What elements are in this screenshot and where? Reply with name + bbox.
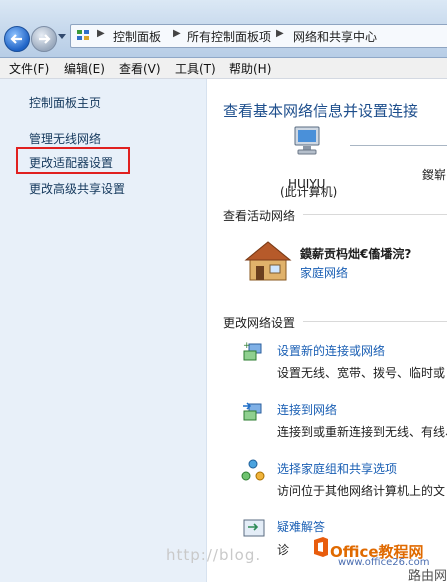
menu-tools[interactable]: 工具(T) xyxy=(175,60,216,77)
highlight-box xyxy=(16,147,130,174)
breadcrumb-separator[interactable]: ▶ xyxy=(276,28,284,39)
menu-bar: 文件(F) 编辑(E) 查看(V) 工具(T) 帮助(H) xyxy=(0,58,447,79)
connect-network-desc: 连接到或重新连接到无线、有线、 xyxy=(277,425,447,439)
control-panel-icon xyxy=(77,30,89,40)
setup-connection-desc: 设置无线、宽带、拨号、临时或 xyxy=(277,366,446,380)
menu-view[interactable]: 查看(V) xyxy=(119,60,161,77)
network-node-label: 鍐崭 xyxy=(422,168,447,182)
connect-network-link[interactable]: 连接到网络 xyxy=(277,401,337,418)
arrow-right-icon xyxy=(39,34,51,44)
homegroup-desc: 访问位于其他网络计算机上的文 xyxy=(277,484,446,498)
address-bar: ▶ 控制面板 ▶ 所有控制面板项 ▶ 网络和共享中心 xyxy=(0,0,447,58)
troubleshoot-link[interactable]: 疑难解答 xyxy=(277,518,325,535)
troubleshoot-desc: 诊 xyxy=(277,543,290,557)
recent-pages-dropdown-icon[interactable] xyxy=(58,34,66,39)
breadcrumb-item[interactable]: 控制面板 xyxy=(113,28,161,45)
homegroup-icon xyxy=(241,459,265,481)
svg-text:+: + xyxy=(243,341,251,351)
homegroup-link[interactable]: 选择家庭组和共享选项 xyxy=(277,460,397,477)
breadcrumb-item[interactable]: 网络和共享中心 xyxy=(293,28,377,45)
active-networks-title: 查看活动网络 xyxy=(223,209,296,223)
setup-connection-link[interactable]: 设置新的连接或网络 xyxy=(277,342,385,359)
menu-file[interactable]: 文件(F) xyxy=(9,60,49,77)
network-type-link[interactable]: 家庭网络 xyxy=(300,264,348,281)
section-divider xyxy=(303,214,447,215)
section-divider xyxy=(303,321,447,322)
office-logo-icon xyxy=(314,537,328,557)
breadcrumb-item[interactable]: 所有控制面板项 xyxy=(187,28,271,45)
watermark-corner: 路由网 xyxy=(408,569,447,584)
new-connection-icon: + xyxy=(243,341,262,361)
watermark-blog-url: http://blog. xyxy=(166,546,262,564)
troubleshoot-icon xyxy=(243,519,265,537)
arrow-left-icon xyxy=(10,34,22,44)
page-title: 查看基本网络信息并设置连接 xyxy=(223,102,419,120)
computer-label: (此计算机) xyxy=(280,185,338,199)
network-name: 鏌薪贡杩炪€傗墦浣? xyxy=(300,247,412,261)
back-button[interactable] xyxy=(4,26,30,52)
home-network-icon xyxy=(244,241,292,281)
nav-manage-wireless[interactable]: 管理无线网络 xyxy=(29,130,101,147)
nav-advanced-sharing[interactable]: 更改高级共享设置 xyxy=(29,180,125,197)
network-map-line xyxy=(350,145,447,146)
menu-edit[interactable]: 编辑(E) xyxy=(64,60,105,77)
breadcrumb-separator[interactable]: ▶ xyxy=(97,28,105,39)
change-settings-title: 更改网络设置 xyxy=(223,316,296,330)
connect-network-icon xyxy=(243,402,262,421)
forward-button[interactable] xyxy=(31,26,57,52)
breadcrumb-separator[interactable]: ▶ xyxy=(173,28,181,39)
menu-help[interactable]: 帮助(H) xyxy=(229,60,271,77)
computer-icon xyxy=(294,126,320,155)
breadcrumb[interactable]: ▶ 控制面板 ▶ 所有控制面板项 ▶ 网络和共享中心 xyxy=(70,24,447,48)
nav-control-panel-home[interactable]: 控制面板主页 xyxy=(29,94,101,111)
